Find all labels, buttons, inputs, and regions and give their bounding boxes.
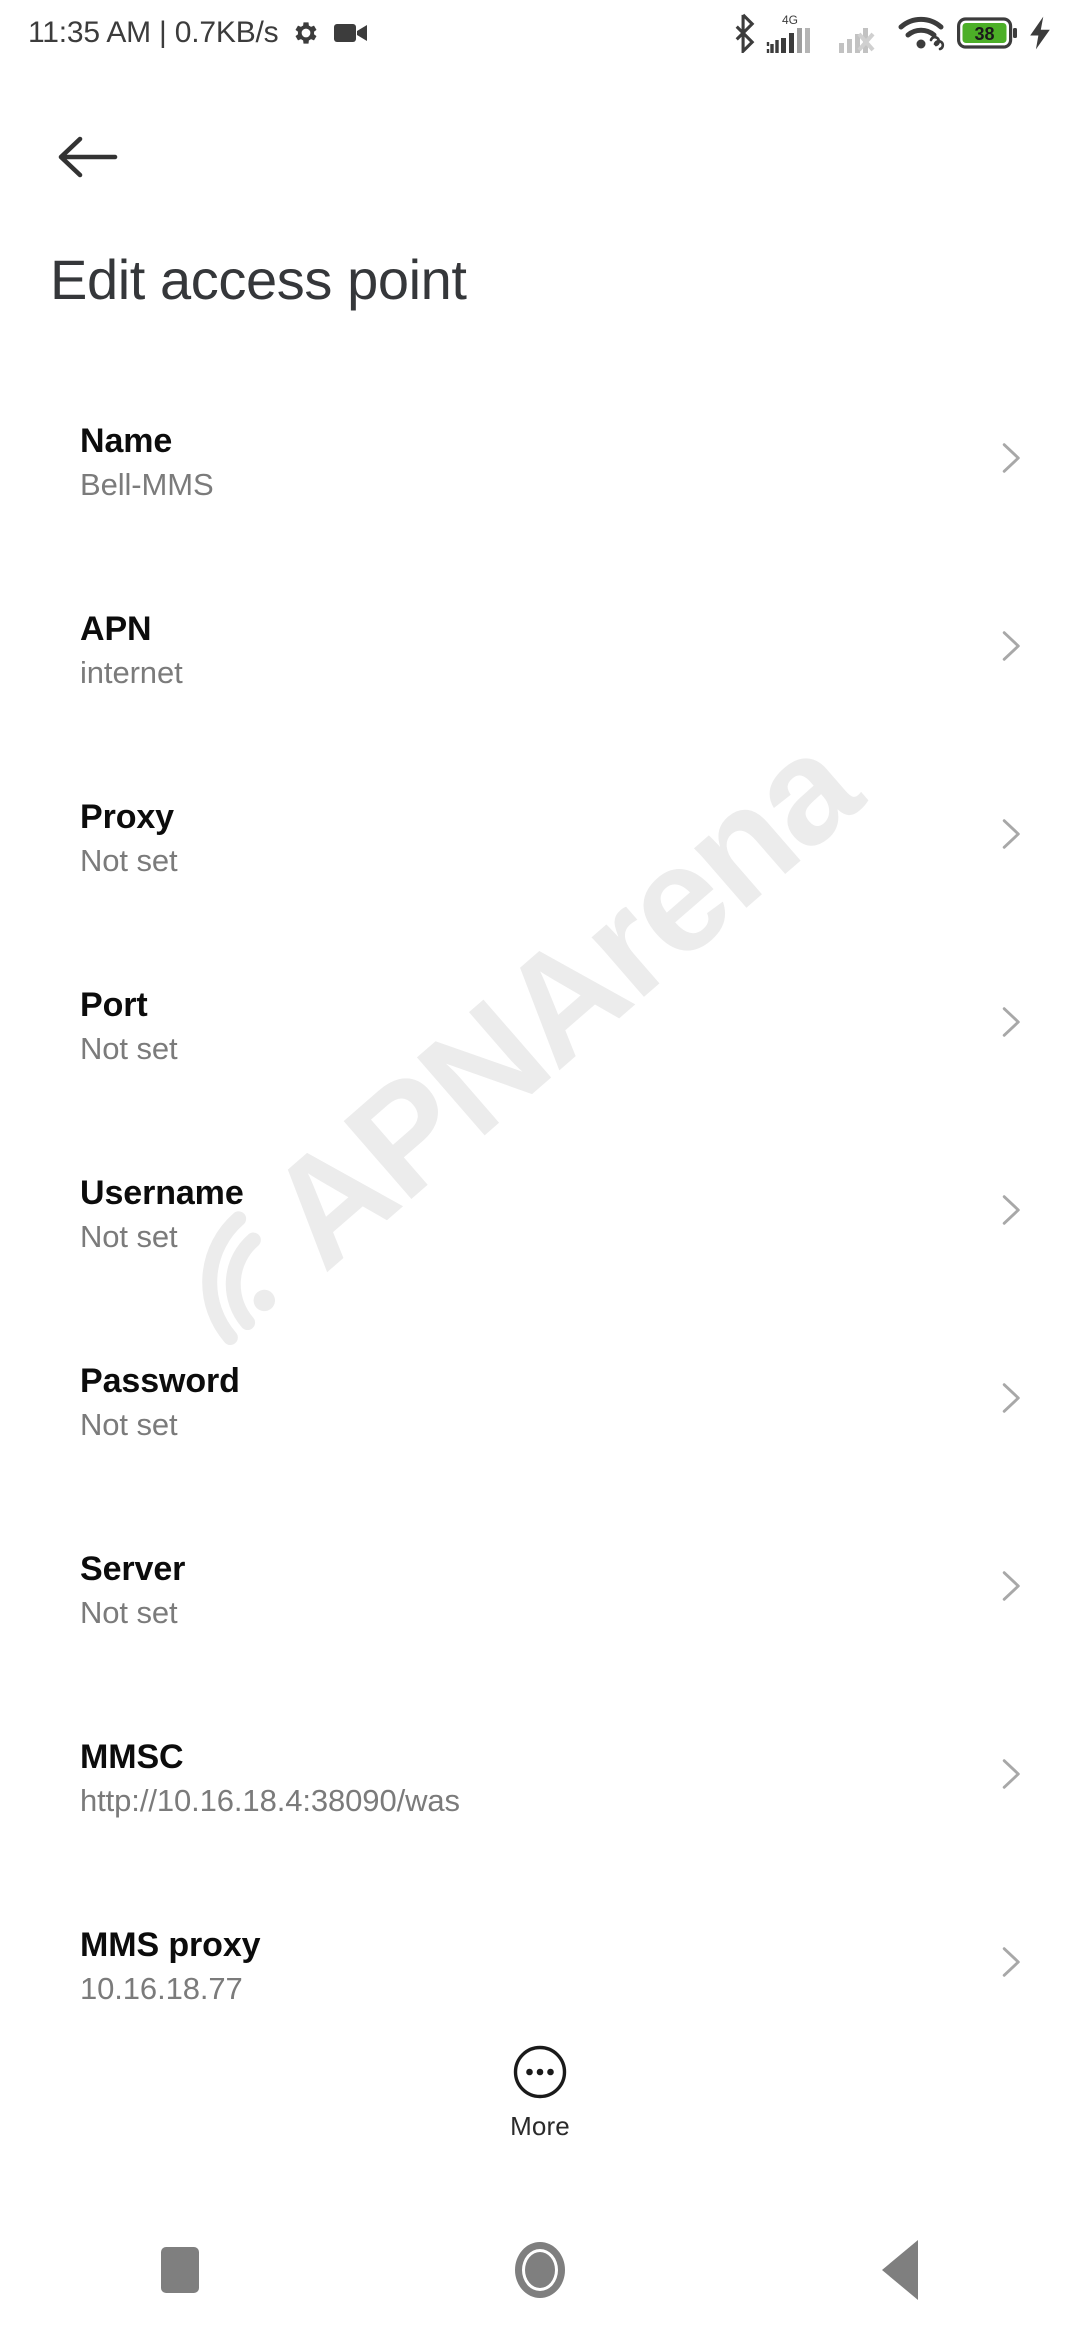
chevron-right-icon bbox=[1002, 819, 1020, 849]
chevron-right-icon bbox=[1002, 631, 1020, 661]
recents-button[interactable] bbox=[80, 2200, 280, 2340]
more-button-label: More bbox=[510, 2111, 570, 2141]
battery-icon: 38 bbox=[957, 17, 1017, 49]
list-item-label: Username bbox=[80, 1174, 244, 1212]
chevron-right-icon bbox=[1002, 1383, 1020, 1413]
list-item-apn[interactable]: APN internet bbox=[0, 586, 1080, 774]
arrow-left-icon bbox=[58, 136, 118, 178]
chevron-right-icon bbox=[1002, 1759, 1020, 1789]
list-item-label: Proxy bbox=[80, 798, 174, 836]
list-item-port[interactable]: Port Not set bbox=[0, 962, 1080, 1150]
list-item-value: Bell-MMS bbox=[80, 467, 214, 503]
list-item-value: Not set bbox=[80, 1031, 178, 1067]
more-button[interactable]: More bbox=[0, 2044, 1080, 2142]
page-title: Edit access point bbox=[50, 248, 467, 311]
chevron-right-icon bbox=[1002, 1195, 1020, 1225]
chevron-right-icon bbox=[1002, 443, 1020, 473]
list-item-label: Name bbox=[80, 422, 173, 460]
settings-list: Name Bell-MMS APN internet Proxy Not set… bbox=[0, 398, 1080, 2090]
status-time-and-speed: 11:35 AM | 0.7KB/s bbox=[28, 16, 279, 49]
signal-4g-icon: 4G bbox=[766, 13, 810, 53]
list-item-username[interactable]: Username Not set bbox=[0, 1150, 1080, 1338]
video-camera-icon bbox=[334, 24, 368, 42]
triangle-left-icon bbox=[882, 2240, 918, 2300]
more-horizontal-circle-icon bbox=[513, 2045, 567, 2099]
list-item-label: MMS proxy bbox=[80, 1926, 261, 1964]
chevron-right-icon bbox=[1002, 1571, 1020, 1601]
list-item-label: Server bbox=[80, 1550, 186, 1588]
list-item-value: Not set bbox=[80, 1407, 178, 1443]
list-item-value: internet bbox=[80, 655, 183, 691]
list-item-label: APN bbox=[80, 610, 152, 648]
list-item-name[interactable]: Name Bell-MMS bbox=[0, 398, 1080, 586]
home-button[interactable] bbox=[440, 2200, 640, 2340]
battery-percent-text: 38 bbox=[974, 24, 994, 44]
circle-icon bbox=[515, 2242, 565, 2298]
back-button[interactable] bbox=[40, 118, 136, 196]
back-nav-button[interactable] bbox=[800, 2200, 1000, 2340]
status-bar-left: 11:35 AM | 0.7KB/s bbox=[28, 16, 368, 50]
chevron-right-icon bbox=[1002, 1947, 1020, 1977]
status-bar-right: 4G 38 bbox=[731, 12, 1052, 54]
signal-sim2-no-service-icon bbox=[839, 28, 875, 53]
list-item-value: Not set bbox=[80, 1595, 178, 1631]
list-item-password[interactable]: Password Not set bbox=[0, 1338, 1080, 1526]
list-item-value: Not set bbox=[80, 843, 178, 879]
bluetooth-icon bbox=[735, 13, 755, 53]
navigation-bar bbox=[0, 2200, 1080, 2340]
square-icon bbox=[161, 2247, 199, 2293]
list-item-proxy[interactable]: Proxy Not set bbox=[0, 774, 1080, 962]
status-bar: 11:35 AM | 0.7KB/s 4G 38 bbox=[0, 0, 1080, 66]
chevron-right-icon bbox=[1002, 1007, 1020, 1037]
charging-bolt-icon bbox=[1030, 16, 1050, 50]
list-item-label: MMSC bbox=[80, 1738, 184, 1776]
list-item-label: Port bbox=[80, 986, 148, 1024]
list-item-value: Not set bbox=[80, 1219, 178, 1255]
list-item-mmsc[interactable]: MMSC http://10.16.18.4:38090/was bbox=[0, 1714, 1080, 1902]
list-item-value: http://10.16.18.4:38090/was bbox=[80, 1783, 460, 1819]
list-item-server[interactable]: Server Not set bbox=[0, 1526, 1080, 1714]
gear-icon bbox=[295, 22, 317, 44]
list-item-label: Password bbox=[80, 1362, 240, 1400]
list-item-value: 10.16.18.77 bbox=[80, 1971, 243, 2007]
svg-text:4G: 4G bbox=[782, 13, 798, 27]
wifi-icon bbox=[898, 16, 945, 51]
